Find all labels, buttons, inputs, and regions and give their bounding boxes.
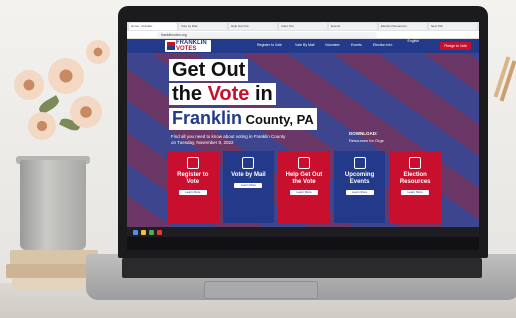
- card-title: Upcoming Events: [344, 172, 375, 185]
- id-card-icon: [186, 157, 199, 169]
- hero-line-1: Get Out: [169, 59, 249, 81]
- card-button[interactable]: Learn More: [234, 183, 263, 188]
- browser-tab[interactable]: Election Resources: [379, 23, 427, 30]
- flower: [28, 112, 56, 140]
- card-button[interactable]: Learn More: [401, 190, 430, 195]
- nav-events[interactable]: Events: [351, 43, 362, 47]
- browser-tab[interactable]: Voter Info: [279, 23, 327, 30]
- browser-tab[interactable]: Home - Franklin: [129, 23, 177, 30]
- action-cards: Register to Vote Learn More Vote by Mail…: [167, 151, 441, 223]
- browser-icon[interactable]: [149, 229, 154, 235]
- site-logo[interactable]: FRANKLIN VOTES: [165, 40, 211, 52]
- hero-line-2: the Vote in: [169, 83, 276, 105]
- card-title: Register to Vote: [177, 172, 209, 185]
- nav-volunteer[interactable]: Volunteer: [325, 43, 340, 47]
- mailbox-icon: [242, 157, 255, 169]
- logo-bottom: VOTES: [176, 46, 197, 52]
- card-vote-by-mail[interactable]: Vote by Mail Learn More: [222, 151, 275, 223]
- flower: [14, 70, 44, 100]
- card-title: Election Resources: [399, 172, 431, 185]
- hero-line-3: Franklin County, PA: [169, 108, 317, 130]
- start-icon[interactable]: [133, 229, 138, 235]
- flag-icon: [167, 42, 175, 50]
- card-resources[interactable]: Election Resources Learn More: [389, 151, 441, 223]
- card-title: Vote by Mail: [231, 172, 266, 178]
- browser-tab[interactable]: Events: [329, 23, 377, 30]
- card-button[interactable]: Learn More: [345, 190, 374, 195]
- flower: [48, 58, 84, 94]
- download-link[interactable]: Resources for Orgs: [349, 138, 384, 143]
- address-bar: franklinvotes.org: [127, 31, 479, 39]
- url-field[interactable]: franklinvotes.org: [157, 32, 377, 38]
- site-nav: FRANKLIN VOTES Register to Vote Vote By M…: [127, 39, 479, 53]
- nav-election-info[interactable]: Election Info: [373, 43, 392, 47]
- browser-tabs: Home - Franklin Vote by Mail Help Get Ou…: [127, 22, 479, 31]
- nav-register[interactable]: Register to Vote: [257, 43, 282, 47]
- card-events[interactable]: Upcoming Events Learn More: [333, 151, 386, 223]
- hero-line-2c: in: [249, 83, 273, 105]
- card-title: Help Get Out the Vote: [285, 172, 323, 185]
- hero-franklin: Franklin: [172, 108, 243, 128]
- browser-tab[interactable]: New Tab: [429, 23, 477, 30]
- keyboard: [122, 258, 482, 278]
- flower-pot: [20, 160, 86, 250]
- trackpad: [204, 281, 318, 299]
- card-help-gotv[interactable]: Help Get Out the Vote Learn More: [278, 151, 330, 223]
- checklist-icon: [409, 157, 422, 169]
- book: [12, 278, 96, 290]
- card-register[interactable]: Register to Vote Learn More: [167, 151, 219, 223]
- hero-line-2a: the: [172, 83, 208, 105]
- laptop-screen: Home - Franklin Vote by Mail Help Get Ou…: [127, 22, 479, 250]
- card-button[interactable]: Learn More: [178, 190, 207, 195]
- screen-bezel: [127, 237, 479, 250]
- taskbar: [127, 227, 479, 237]
- hero-subtitle: Find all you need to know about voting i…: [171, 134, 286, 145]
- nav-vote-by-mail[interactable]: Vote By Mail: [295, 43, 314, 47]
- card-button[interactable]: Learn More: [289, 190, 318, 195]
- language-selector[interactable]: English: [407, 39, 419, 45]
- flower: [70, 96, 102, 128]
- hero-county: County, PA: [242, 112, 314, 127]
- book: [10, 250, 98, 264]
- app-icon[interactable]: [157, 229, 162, 235]
- folder-icon[interactable]: [141, 229, 146, 235]
- calendar-icon: [353, 157, 366, 169]
- pledge-button[interactable]: Pledge to Vote: [440, 42, 471, 50]
- website: FRANKLIN VOTES Register to Vote Vote By M…: [127, 39, 479, 227]
- pencil-icon: [297, 157, 310, 169]
- browser-tab[interactable]: Help Get Out: [229, 23, 277, 30]
- flower: [86, 40, 110, 64]
- browser-tab[interactable]: Vote by Mail: [179, 23, 227, 30]
- download-title: DOWNLOAD:: [349, 131, 378, 136]
- hero-vote: Vote: [207, 83, 250, 105]
